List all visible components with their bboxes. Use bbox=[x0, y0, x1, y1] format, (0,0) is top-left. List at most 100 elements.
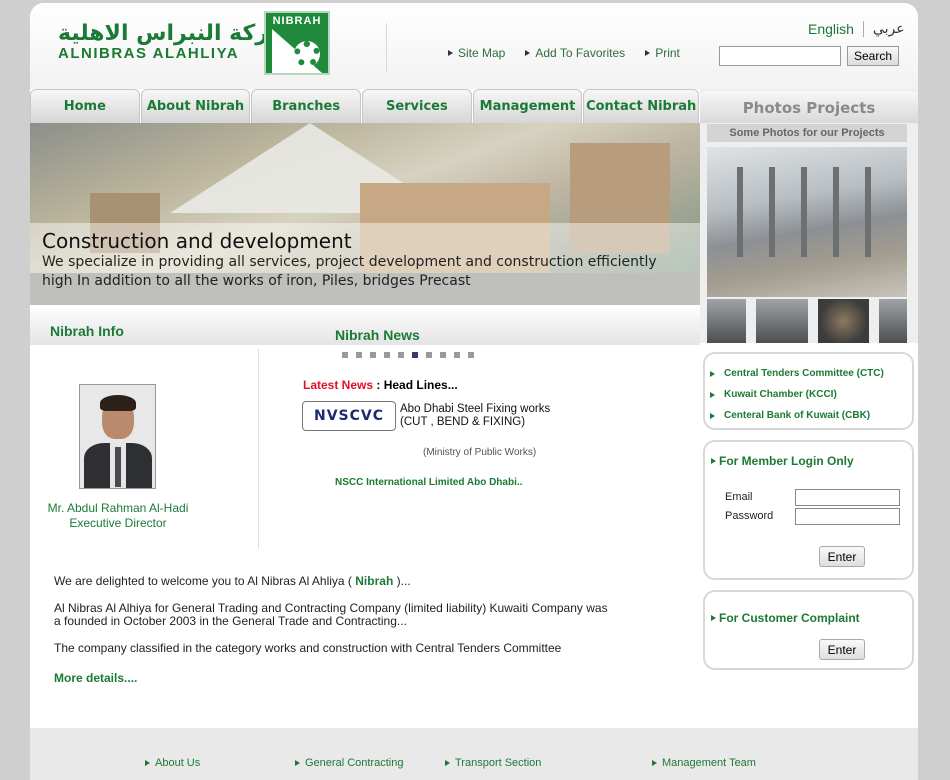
member-login-box: For Member Login Only Email Password Ent… bbox=[703, 440, 914, 580]
photos-projects-panel: Photos Projects Some Photos for our Proj… bbox=[700, 89, 918, 343]
main-nav: Home About Nibrah Branches Services Mana… bbox=[30, 89, 700, 123]
news-item-company-link[interactable]: NSCC International Limited Abo Dhabi.. bbox=[335, 477, 522, 488]
project-photo-main[interactable] bbox=[707, 147, 907, 297]
latest-news-label: Latest News bbox=[303, 378, 374, 392]
login-enter-button[interactable]: Enter bbox=[819, 546, 865, 567]
welcome-paragraph: Al Nibras Al Alhiya for General Trading … bbox=[54, 601, 608, 628]
page: شركة النبراس الاهلية ALNIBRAS ALAHLIYA N… bbox=[30, 3, 918, 780]
nav-tab-branches[interactable]: Branches bbox=[251, 89, 362, 123]
nav-tab-services[interactable]: Services bbox=[362, 89, 472, 123]
arrow-bullet-icon bbox=[645, 50, 651, 56]
ctc-link[interactable]: Central Tenders Committee (CTC) bbox=[710, 363, 912, 384]
photos-projects-title: Photos Projects bbox=[700, 91, 918, 123]
welcome-brand: Nibrah bbox=[355, 574, 394, 588]
photos-projects-subtitle: Some Photos for our Projects bbox=[707, 124, 907, 142]
search-input[interactable] bbox=[719, 46, 841, 66]
executive-name-block: Mr. Abdul Rahman Al-Hadi Executive Direc… bbox=[30, 501, 206, 531]
news-item-title[interactable]: Abo Dhabi Steel Fixing works (CUT , BEND… bbox=[400, 403, 550, 429]
news-item-title-line: Abo Dhabi Steel Fixing works bbox=[400, 403, 551, 415]
customer-complaint-title: For Customer Complaint bbox=[711, 611, 860, 625]
welcome-line-text: )... bbox=[393, 574, 411, 588]
header: شركة النبراس الاهلية ALNIBRAS ALAHLIYA N… bbox=[30, 3, 918, 89]
arrow-bullet-icon bbox=[710, 412, 715, 419]
welcome-text: We are delighted to welcome you to Al Ni… bbox=[54, 575, 614, 669]
logo-badge-text: NIBRAH bbox=[272, 15, 322, 27]
site-map-link[interactable]: Site Map bbox=[448, 46, 505, 60]
photo-pillar bbox=[737, 167, 743, 257]
hero-caption: Construction and development We speciali… bbox=[30, 223, 700, 305]
nav-tab-about-nibrah[interactable]: About Nibrah bbox=[140, 89, 251, 123]
news-pager-dot[interactable] bbox=[454, 352, 460, 358]
news-item-title-line: (CUT , BEND & FIXING) bbox=[400, 416, 526, 428]
news-pager-dot[interactable] bbox=[342, 352, 348, 358]
hero-text: We specialize in providing all services,… bbox=[42, 254, 657, 289]
nav-tab-management[interactable]: Management bbox=[472, 89, 583, 123]
password-label: Password bbox=[725, 510, 774, 522]
hero-title: Construction and development bbox=[42, 229, 352, 253]
nibrah-info-title: Nibrah Info bbox=[50, 323, 124, 339]
news-pager-dot[interactable] bbox=[398, 352, 404, 358]
logo-arabic[interactable]: شركة النبراس الاهلية bbox=[58, 21, 291, 46]
arrow-bullet-icon bbox=[710, 391, 715, 398]
footer-about-us-link[interactable]: About Us bbox=[145, 757, 200, 769]
gear-icon bbox=[294, 41, 320, 67]
more-details-link[interactable]: More details.... bbox=[54, 671, 137, 685]
news-pager-dot-active[interactable] bbox=[412, 352, 418, 358]
latest-news-heading: Latest News : Head Lines... bbox=[303, 378, 458, 392]
photo-pillar bbox=[865, 167, 871, 257]
project-thumbnail[interactable] bbox=[879, 299, 907, 343]
nav-tab-contact-nibrah[interactable]: Contact Nibrah bbox=[583, 89, 700, 123]
news-pager-dot[interactable] bbox=[440, 352, 446, 358]
language-separator bbox=[862, 21, 864, 37]
arrow-bullet-icon bbox=[145, 760, 150, 766]
arrow-bullet-icon bbox=[652, 760, 657, 766]
footer-transport-section-link[interactable]: Transport Section bbox=[445, 757, 541, 769]
news-pager-dot[interactable] bbox=[370, 352, 376, 358]
news-pager-dot[interactable] bbox=[426, 352, 432, 358]
logo-english[interactable]: ALNIBRAS ALAHLIYA bbox=[58, 45, 239, 62]
language-switcher: English عربي bbox=[808, 21, 905, 37]
header-divider bbox=[386, 23, 387, 73]
news-pager-dot[interactable] bbox=[468, 352, 474, 358]
news-pager-dot[interactable] bbox=[356, 352, 362, 358]
top-links: Site Map Add To Favorites Print bbox=[448, 46, 700, 60]
email-field[interactable] bbox=[795, 489, 900, 506]
nvscvc-logo: NVSCVC bbox=[302, 401, 396, 431]
kcci-link[interactable]: Kuwait Chamber (KCCI) bbox=[710, 384, 912, 405]
project-thumbnails bbox=[707, 299, 907, 343]
news-pager-dot[interactable] bbox=[384, 352, 390, 358]
logo-badge[interactable]: NIBRAH bbox=[264, 11, 330, 75]
cbk-link[interactable]: Centeral Bank of Kuwait (CBK) bbox=[710, 405, 912, 426]
arabic-link[interactable]: عربي bbox=[873, 21, 905, 37]
project-thumbnail[interactable] bbox=[707, 299, 746, 343]
photo-pillar bbox=[769, 167, 775, 257]
nav-tab-home[interactable]: Home bbox=[30, 89, 140, 123]
arrow-bullet-icon bbox=[295, 760, 300, 766]
add-to-favorites-link[interactable]: Add To Favorites bbox=[525, 46, 625, 60]
arrow-bullet-icon bbox=[711, 458, 716, 464]
executive-photo bbox=[79, 384, 156, 489]
photo-pillar bbox=[801, 167, 807, 257]
arrow-bullet-icon bbox=[525, 50, 531, 56]
welcome-line-text: We are delighted to welcome you to Al Ni… bbox=[54, 574, 356, 588]
search-button[interactable]: Search bbox=[847, 46, 899, 66]
complaint-enter-button[interactable]: Enter bbox=[819, 639, 865, 660]
english-link[interactable]: English bbox=[808, 21, 854, 37]
nibrah-news-title: Nibrah News bbox=[335, 327, 420, 343]
photo-pillar bbox=[833, 167, 839, 257]
photo-tie bbox=[115, 447, 121, 487]
news-pager bbox=[342, 352, 482, 358]
project-thumbnail[interactable] bbox=[755, 299, 808, 343]
welcome-line: We are delighted to welcome you to Al Ni… bbox=[54, 575, 614, 588]
executive-name: Mr. Abdul Rahman Al-Hadi bbox=[47, 501, 189, 515]
footer-management-team-link[interactable]: Management Team bbox=[652, 757, 756, 769]
project-thumbnail[interactable] bbox=[817, 299, 870, 343]
arrow-bullet-icon bbox=[448, 50, 453, 56]
footer-general-contracting-link[interactable]: General Contracting bbox=[295, 757, 403, 769]
print-link[interactable]: Print bbox=[645, 46, 680, 60]
column-divider bbox=[258, 349, 259, 549]
external-links-box: Central Tenders Committee (CTC) Kuwait C… bbox=[703, 352, 914, 430]
footer: About Us General Contracting Transport S… bbox=[30, 728, 918, 780]
arrow-bullet-icon bbox=[710, 370, 715, 377]
password-field[interactable] bbox=[795, 508, 900, 525]
